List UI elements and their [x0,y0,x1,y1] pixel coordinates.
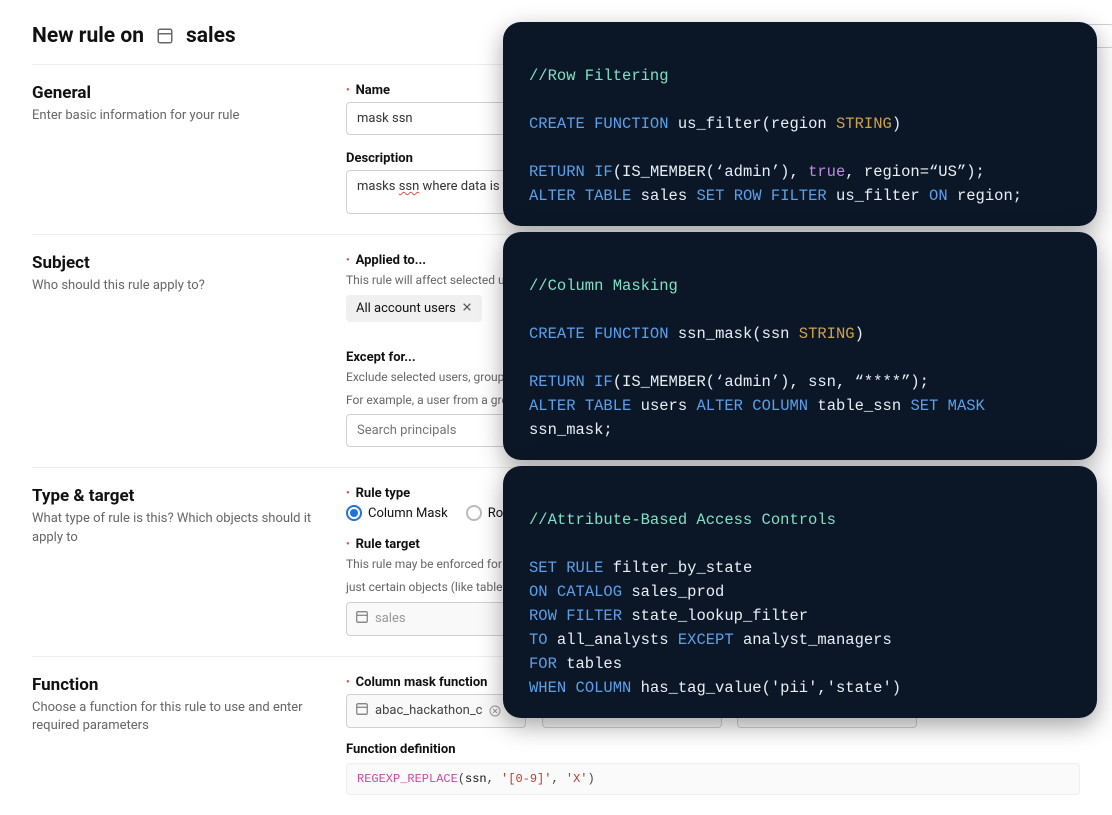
section-title: Type & target [32,486,322,506]
code-token: ssn [465,772,487,786]
code-token: '[0-9]' [501,772,551,786]
section-title: Subject [32,253,322,273]
code-token: REGEXP_REPLACE [357,772,458,786]
section-desc: Who should this rule apply to? [32,277,322,295]
section-title: Function [32,675,322,695]
section-desc: Enter basic information for your rule [32,107,322,125]
radio-icon [466,505,482,521]
code-card-row-filtering: //Row Filtering CREATE FUNCTION us_filte… [503,22,1097,226]
schema-icon [355,610,369,628]
fn-def-label: Function definition [346,742,1080,757]
code-comment: //Row Filtering [529,67,669,85]
code-comment: //Column Masking [529,277,678,295]
radio-label: Column Mask [368,506,448,521]
radio-column-mask[interactable]: Column Mask [346,505,448,521]
code-comment: //Attribute-Based Access Controls [529,511,836,529]
code-token: 'X' [566,772,588,786]
applied-to-chip[interactable]: All account users [346,295,482,322]
radio-icon [346,505,362,521]
select-value: abac_hackathon_c [375,703,483,718]
page-title-object: sales [186,24,236,48]
code-card-column-masking: //Column Masking CREATE FUNCTION ssn_mas… [503,232,1097,460]
schema-icon [156,27,174,45]
page-title-prefix: New rule on [32,24,144,48]
fn-def-code: REGEXP_REPLACE(ssn, '[0-9]', 'X') [346,763,1080,795]
catalog-picker[interactable]: abac_hackathon_c [346,694,526,728]
chip-label: All account users [356,301,456,316]
code-card-abac: //Attribute-Based Access Controls SET RU… [503,466,1097,718]
close-icon[interactable] [462,302,472,315]
section-desc: What type of rule is this? Which objects… [32,510,322,546]
section-desc: Choose a function for this rule to use a… [32,699,322,735]
select-value: sales [375,611,521,626]
section-title: General [32,83,322,103]
clear-icon[interactable] [489,705,501,717]
schema-icon [355,702,369,720]
